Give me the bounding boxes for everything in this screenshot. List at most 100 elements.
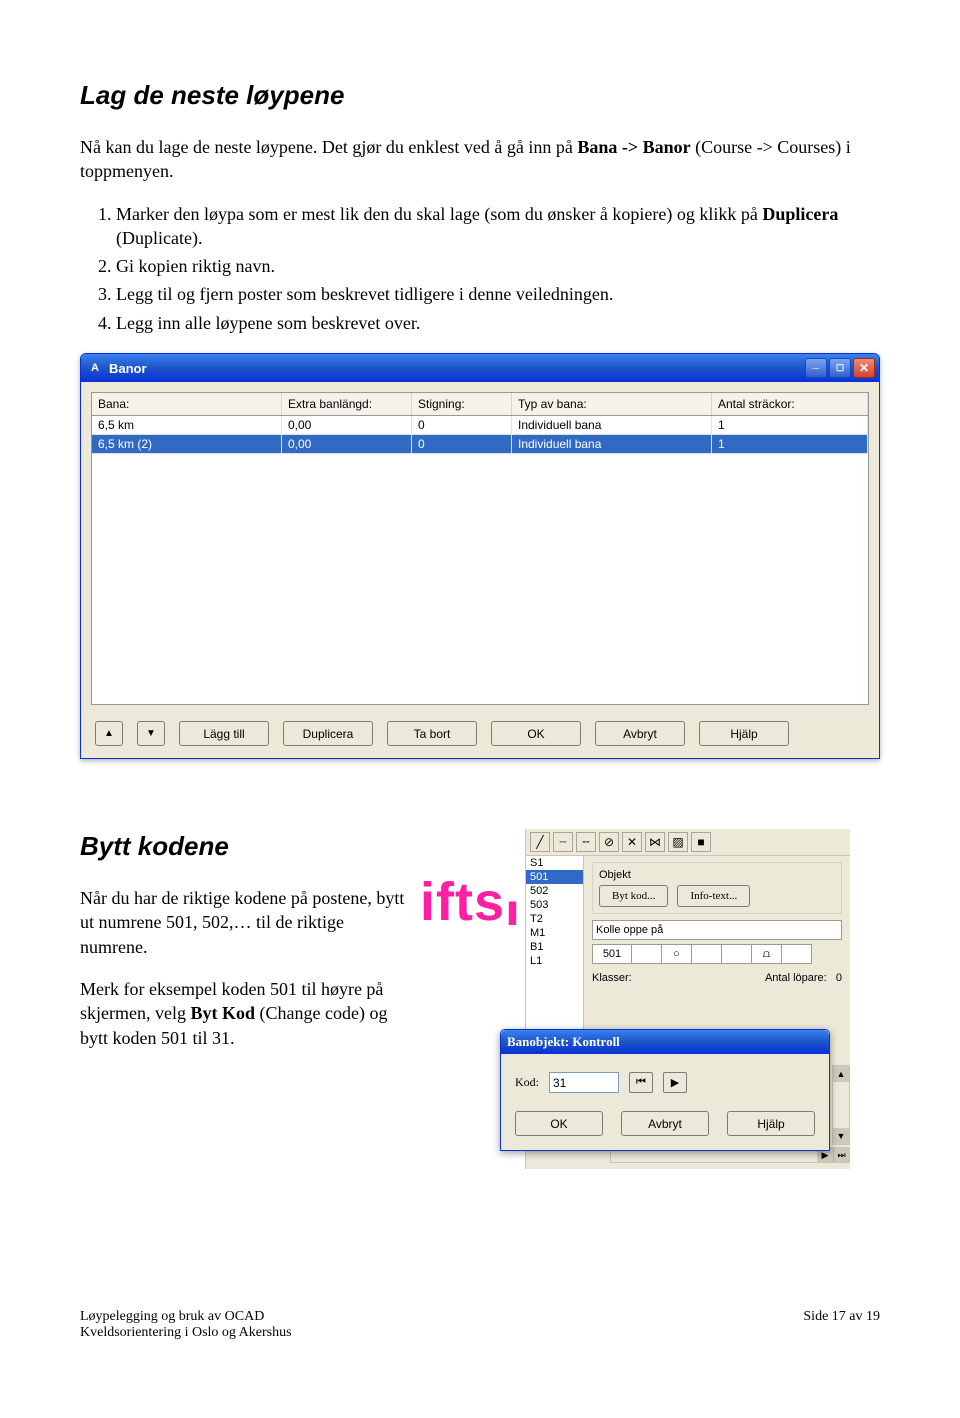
list-item[interactable]: 503 [526,898,583,912]
control-description-strip[interactable]: 501 ○ ⩍ [592,944,842,964]
duplicate-button[interactable]: Duplicera [283,721,373,746]
banobjekt-titlebar[interactable]: Banobjekt: Kontroll [501,1030,829,1054]
page-footer: Løypelegging og bruk av OCAD Kveldsorien… [80,1309,880,1341]
step1-a: Marker den løypa som er mest lik den du … [116,204,762,224]
dlg-ok-button[interactable]: OK [515,1111,603,1136]
cell-typ: Individuell bana [512,416,712,435]
tool-dashline-icon[interactable]: ╌ [576,832,596,852]
toolbar: ╱ ┈ ╌ ⊘ ✕ ⋈ ▨ ■ [526,829,850,856]
section-title-1: Lag de neste løypene [80,80,880,111]
list-item[interactable]: S1 [526,856,583,870]
move-down-button[interactable]: ▼ [137,721,165,746]
tool-line-icon[interactable]: ╱ [530,832,550,852]
list-item[interactable]: 502 [526,884,583,898]
list-item[interactable]: B1 [526,940,583,954]
list-item[interactable]: L1 [526,954,583,968]
description-input[interactable] [592,920,842,940]
banor-button-row: ▲ ▼ Lägg till Duplicera Ta bort OK Avbry… [91,717,869,748]
objekt-label: Objekt [599,869,835,881]
maximize-icon[interactable]: ☐ [829,358,851,378]
banor-title: Banor [109,361,147,376]
move-up-button[interactable]: ▲ [95,721,123,746]
tool-crossed-circle-icon[interactable]: ⊘ [599,832,619,852]
hdr-stigning: Stigning: [412,393,512,415]
tool-hatch-icon[interactable]: ▨ [668,832,688,852]
prev-button[interactable]: ⏮ [629,1072,653,1093]
vertical-scrollbar[interactable]: ▲ ▼ [832,1065,850,1145]
step-4: Legg inn alle løypene som beskrevet over… [116,311,880,335]
footer-right: Side 17 av 19 [803,1309,880,1341]
dlg-help-button[interactable]: Hjälp [727,1111,815,1136]
desc-cell[interactable]: ○ [662,944,692,964]
cancel-button[interactable]: Avbryt [595,721,685,746]
step1-b: (Duplicate). [116,228,202,248]
banobjekt-dialog: Banobjekt: Kontroll Kod: ⏮ ▶ OK Avbryt H… [500,1029,830,1151]
desc-cell[interactable] [692,944,722,964]
kod-input[interactable] [549,1072,619,1093]
scroll-end-icon[interactable]: ⏭ [833,1148,849,1162]
close-icon[interactable]: ✕ [853,358,875,378]
banor-titlebar[interactable]: A Banor ─ ☐ ✕ [81,354,879,382]
step-2: Gi kopien riktig navn. [116,254,880,278]
byt-kod-button[interactable]: Byt kod... [599,885,668,907]
tool-fill-icon[interactable]: ■ [691,832,711,852]
cell-extra: 0,00 [282,416,412,435]
cell-bana: 6,5 km (2) [92,435,282,454]
table-row[interactable]: 6,5 km (2) 0,00 0 Individuell bana 1 [92,435,868,454]
list-item[interactable]: T2 [526,912,583,926]
desc-cell[interactable]: ⩍ [752,944,782,964]
banor-window: A Banor ─ ☐ ✕ Bana: Extra banlängd: Stig… [80,353,880,759]
minimize-icon[interactable]: ─ [805,358,827,378]
help-button[interactable]: Hjälp [699,721,789,746]
antal-value: 0 [836,972,842,984]
tool-dotline-icon[interactable]: ┈ [553,832,573,852]
objekt-fieldset: Objekt Byt kod... Info-text... [592,862,842,914]
screenshot-panel: iftsl ╱ ┈ ╌ ⊘ ✕ ⋈ ▨ ■ S1 501 502 503 T2 [420,829,850,1209]
footer-left-2: Kveldsorientering i Oslo og Akershus [80,1325,292,1341]
info-text-button[interactable]: Info-text... [677,885,750,907]
section-title-2: Bytt kodene [80,831,410,862]
cell-typ: Individuell bana [512,435,712,454]
next-button[interactable]: ▶ [663,1072,687,1093]
bytt-paragraph-1: Når du har de riktige kodene på postene,… [80,886,410,959]
intro-text-a: Nå kan du lage de neste løypene. Det gjø… [80,137,577,157]
cell-stig: 0 [412,416,512,435]
background-text: iftsl [420,871,521,933]
step-3: Legg til og fjern poster som beskrevet t… [116,282,880,306]
hdr-antal: Antal sträckor: [712,393,868,415]
ok-button[interactable]: OK [491,721,581,746]
add-button[interactable]: Lägg till [179,721,269,746]
cell-stig: 0 [412,435,512,454]
delete-button[interactable]: Ta bort [387,721,477,746]
bytt-paragraph-2: Merk for eksempel koden 501 til høyre på… [80,977,410,1050]
desc-cell[interactable] [782,944,812,964]
tool-doublex-icon[interactable]: ⋈ [645,832,665,852]
dlg-cancel-button[interactable]: Avbryt [621,1111,709,1136]
desc-cell[interactable] [632,944,662,964]
intro-paragraph: Nå kan du lage de neste løypene. Det gjø… [80,135,880,184]
banor-table[interactable]: 6,5 km 0,00 0 Individuell bana 1 6,5 km … [91,415,869,705]
klasser-label: Klasser: [592,972,632,984]
scroll-down-icon[interactable]: ▼ [833,1128,849,1144]
banobjekt-title: Banobjekt: Kontroll [507,1034,620,1050]
intro-bold-1: Bana -> Banor [577,137,690,157]
step1-bold: Duplicera [762,204,838,224]
app-icon: A [87,360,103,376]
bytt-p2-bold: Byt Kod [190,1003,255,1023]
table-row[interactable]: 6,5 km 0,00 0 Individuell bana 1 [92,416,868,435]
hdr-extra: Extra banlängd: [282,393,412,415]
code-cell[interactable]: 501 [592,944,632,964]
tool-x-icon[interactable]: ✕ [622,832,642,852]
banor-headers: Bana: Extra banlängd: Stigning: Typ av b… [91,392,869,415]
kod-label: Kod: [515,1075,539,1090]
footer-left-1: Løypelegging og bruk av OCAD [80,1309,292,1325]
cell-antal: 1 [712,416,868,435]
scroll-up-icon[interactable]: ▲ [833,1066,849,1082]
hdr-bana: Bana: [92,393,282,415]
hdr-typ: Typ av bana: [512,393,712,415]
list-item[interactable]: 501 [526,870,583,884]
list-item[interactable]: M1 [526,926,583,940]
cell-extra: 0,00 [282,435,412,454]
steps-list: Marker den løypa som er mest lik den du … [80,202,880,335]
desc-cell[interactable] [722,944,752,964]
